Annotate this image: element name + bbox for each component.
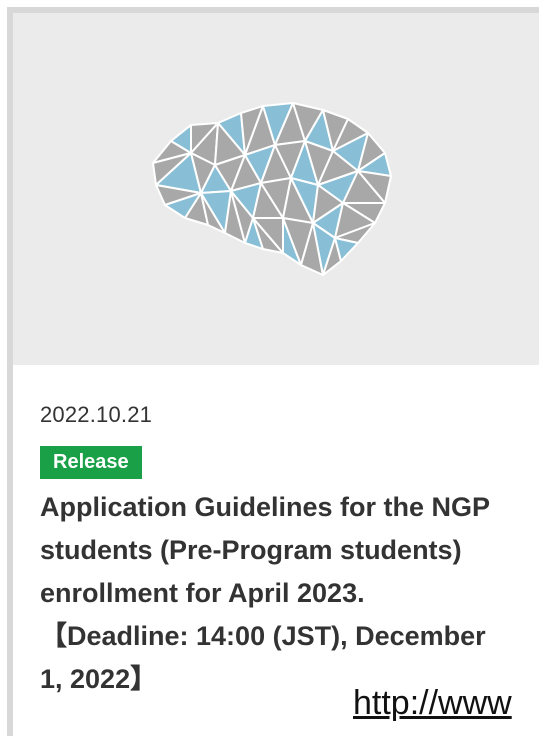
- url-link[interactable]: http://www: [353, 684, 512, 723]
- card-thumbnail[interactable]: [13, 13, 539, 365]
- news-card[interactable]: 2022.10.21 Release Application Guideline…: [7, 7, 539, 736]
- page: 2022.10.21 Release Application Guideline…: [0, 0, 539, 736]
- post-title[interactable]: Application Guidelines for the NGP stude…: [40, 486, 512, 701]
- post-date: 2022.10.21: [40, 402, 153, 427]
- low-poly-brain-icon: [152, 102, 392, 276]
- category-badge[interactable]: Release: [40, 446, 142, 479]
